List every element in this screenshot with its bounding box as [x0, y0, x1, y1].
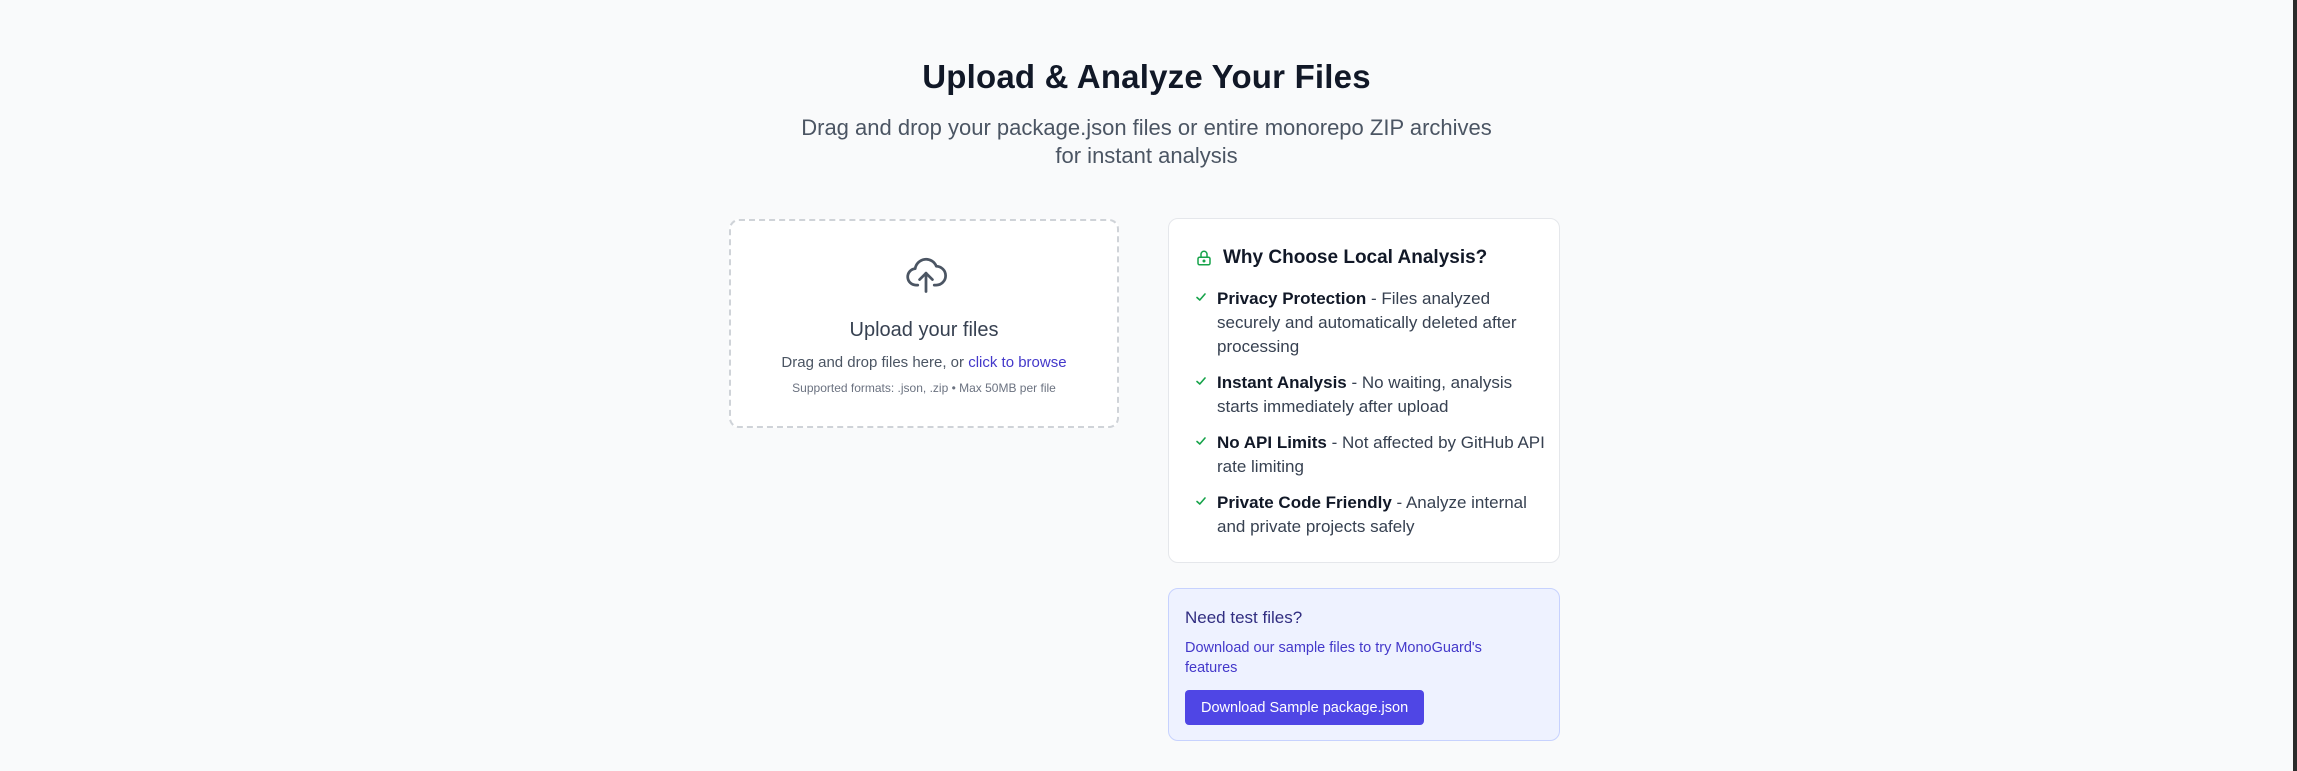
- check-icon: [1196, 497, 1206, 505]
- download-sample-button[interactable]: Download Sample package.json: [1185, 690, 1425, 725]
- benefits-list: Privacy Protection - Files analyzed secu…: [1195, 287, 1545, 551]
- test-files-description: Download our sample files to try MonoGua…: [1185, 640, 1482, 676]
- benefit-label: Private Code Friendly: [1217, 493, 1392, 512]
- benefit-text: Instant Analysis - No waiting, analysis …: [1217, 371, 1545, 419]
- page-subtitle: Drag and drop your package.json files or…: [801, 115, 1492, 168]
- dropzone-title: Upload your files: [849, 319, 999, 341]
- benefit-item: Private Code Friendly - Analyze internal…: [1195, 491, 1545, 539]
- check-icon: [1196, 437, 1206, 445]
- benefit-text: Privacy Protection - Files analyzed secu…: [1217, 287, 1545, 359]
- supported-formats: Supported formats: .json, .zip • Max 50M…: [792, 381, 1056, 395]
- local-analysis-title: Why Choose Local Analysis?: [1223, 247, 1488, 268]
- browse-link[interactable]: click to browse: [968, 354, 1066, 371]
- window-edge: [2293, 0, 2297, 771]
- benefit-text: Private Code Friendly - Analyze internal…: [1217, 491, 1545, 539]
- benefit-item: No API Limits - Not affected by GitHub A…: [1195, 431, 1545, 479]
- file-dropzone[interactable]: Upload your files Drag and drop files he…: [729, 219, 1119, 428]
- benefit-label: Instant Analysis: [1217, 373, 1347, 392]
- test-files-title: Need test files?: [1185, 608, 1303, 627]
- benefit-label: No API Limits: [1217, 433, 1327, 452]
- benefit-item: Instant Analysis - No waiting, analysis …: [1195, 371, 1545, 419]
- benefit-text: No API Limits - Not affected by GitHub A…: [1217, 431, 1545, 479]
- dropzone-hint: Drag and drop files here, or click to br…: [731, 354, 1117, 371]
- local-analysis-card: Why Choose Local Analysis? Privacy Prote…: [1168, 218, 1560, 563]
- dropzone-hint-text: Drag and drop files here, or: [781, 354, 969, 371]
- benefit-item: Privacy Protection - Files analyzed secu…: [1195, 287, 1545, 359]
- local-analysis-header: Why Choose Local Analysis?: [1195, 247, 1487, 269]
- test-files-card: Need test files? Download our sample fil…: [1168, 588, 1560, 741]
- benefit-label: Privacy Protection: [1217, 289, 1367, 308]
- lock-icon: [1197, 250, 1211, 266]
- page-title: Upload & Analyze Your Files: [922, 58, 1371, 95]
- check-icon: [1196, 377, 1206, 385]
- check-icon: [1196, 293, 1206, 301]
- upload-cloud-icon: [906, 257, 947, 293]
